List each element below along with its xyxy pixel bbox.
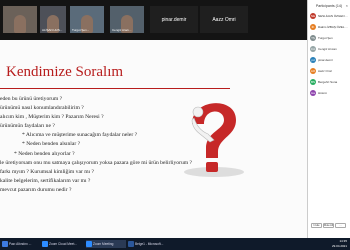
participant-row[interactable]: AO Aazz Omri [310, 67, 350, 75]
video-tile-name: Turgut Şen... [72, 28, 90, 32]
participant-name: Bergehri Suna [318, 80, 338, 84]
avatar: CA [310, 46, 316, 52]
avatar: AO [310, 68, 316, 74]
avatar: TŞ [310, 35, 316, 41]
video-tile[interactable]: Cengiz Aracı... [110, 6, 144, 33]
video-tile[interactable]: Aazz Omri [200, 6, 248, 33]
app-icon [42, 241, 48, 247]
panel-button[interactable]: ... [335, 223, 346, 228]
slide-title: Kendimize Soralım [6, 64, 124, 80]
participant-name: ilkalim İZBAŞ ÖZEL ... [318, 25, 348, 29]
app-icon [128, 241, 134, 247]
participant-row[interactable]: Ha Hüsnü [310, 89, 350, 97]
panel-button[interactable]: Invite [311, 223, 322, 228]
taskbar-item-label: Belge1 - Microsoft... [135, 242, 164, 246]
taskbar-clock[interactable]: 14:35 29.04.2021 [332, 239, 347, 248]
avatar: İK [310, 24, 316, 30]
taskbar-item-label: Zoom Cloud Meet... [49, 242, 77, 246]
slide-title-rule [0, 88, 230, 89]
video-tile[interactable]: pinar.demir [150, 6, 198, 33]
participant-name: Cengiz Arıcan [318, 47, 337, 51]
slide-bullet-line: mevcut pazarım durumu nedir ? [0, 186, 72, 193]
panel-buttons: Invite Mute All... [311, 213, 349, 228]
video-tile[interactable]: Turgut Şen... [70, 6, 104, 33]
avatar: Ha [310, 90, 316, 96]
shared-slide: Kendimize Soralım eden bu ürünü üretiyor… [0, 40, 307, 238]
taskbar: 14:35 29.04.2021 Pazı Altındını ... Zoom … [0, 238, 350, 250]
participant-row[interactable]: CA Cengiz Arıcan [310, 45, 350, 53]
avatar: BS [310, 79, 316, 85]
taskbar-item[interactable]: Pazı Altındını ... [2, 240, 40, 248]
participant-row[interactable]: BS Bergehri Suna [310, 78, 350, 86]
participants-title: Participants (14) [315, 4, 343, 8]
clock-date: 29.04.2021 [331, 243, 347, 248]
panel-close-icon[interactable]: × [346, 3, 348, 8]
participant-video-person [14, 15, 26, 33]
video-tile[interactable] [3, 6, 37, 33]
participant-name: Hüsnü [318, 91, 327, 95]
avatar: NE [310, 13, 316, 19]
taskbar-item[interactable]: Zoom Meeting [86, 240, 126, 248]
participant-name: Aazz Omri [318, 69, 333, 73]
video-tile[interactable]: ALİŞAN HUS... [40, 6, 66, 33]
screen: ALİŞAN HUS... Turgut Şen... Cengiz Aracı..… [0, 0, 350, 250]
app-icon [86, 241, 92, 247]
taskbar-item-label: Zoom Meeting [93, 242, 114, 246]
video-strip: ALİŞAN HUS... Turgut Şen... Cengiz Aracı..… [0, 0, 307, 40]
question-mark-figure-illustration [184, 103, 244, 177]
participant-name: NESLİHAN ÖZGEN ... [318, 14, 348, 18]
avatar: pd [310, 57, 316, 63]
taskbar-item[interactable]: Zoom Cloud Meet... [42, 240, 84, 248]
app-icon [2, 241, 8, 247]
video-tile-name: Aazz Omri [212, 17, 236, 23]
video-tile-name: pinar.demir [161, 17, 187, 23]
participant-row[interactable]: pd pinar.demir [310, 56, 350, 64]
participants-panel: Participants (14) × NE NESLİHAN ÖZGEN ...… [307, 0, 350, 238]
participant-name: Turgut Şen [318, 36, 333, 40]
participant-row[interactable]: NE NESLİHAN ÖZGEN ... [310, 12, 350, 20]
taskbar-item-label: Pazı Altındını ... [9, 242, 32, 246]
participant-name: pinar.demir [318, 58, 333, 62]
video-tile-name: Cengiz Aracı... [112, 28, 132, 32]
taskbar-item[interactable]: Belge1 - Microsoft... [128, 240, 172, 248]
video-tile-name: ALİŞAN HUS... [42, 28, 63, 32]
panel-button[interactable]: Mute All [323, 223, 334, 228]
participant-row[interactable]: TŞ Turgut Şen [310, 34, 350, 42]
participant-row[interactable]: İK ilkalim İZBAŞ ÖZEL ... [310, 23, 350, 31]
